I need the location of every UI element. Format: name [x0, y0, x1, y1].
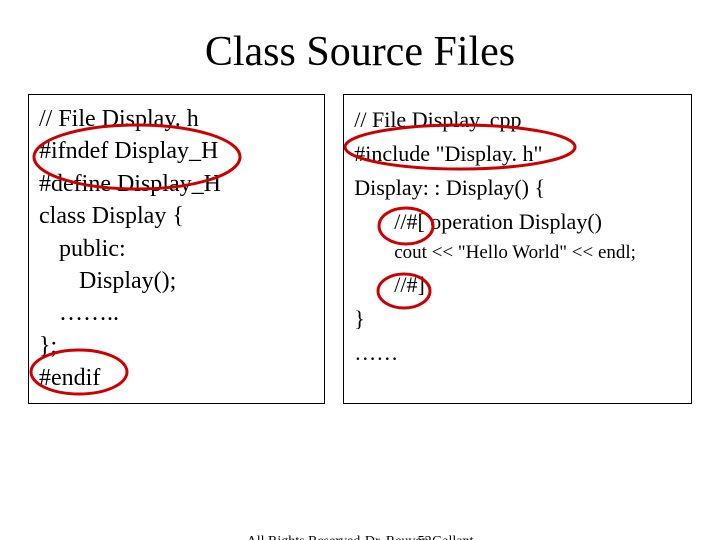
code-line: #ifndef Display_H — [39, 135, 314, 167]
code-line: …… — [354, 336, 681, 370]
code-line: #define Display_H — [39, 168, 314, 200]
code-line: cout << "Hello World" << endl; — [354, 239, 681, 268]
code-box-header: // File Display. h #ifndef Display_H #de… — [28, 94, 325, 404]
code-line: #endif — [39, 362, 314, 394]
code-line: Display: : Display() { — [354, 171, 681, 205]
slide-title: Class Source Files — [0, 28, 720, 76]
code-line: // File Display. cpp — [354, 103, 681, 137]
footer-text: All Rights Reserved-Dr. Reuven Gallant — [0, 534, 720, 540]
code-line: //#] — [354, 268, 681, 302]
page-number: 52 — [418, 534, 432, 540]
code-line: class Display { — [39, 200, 314, 232]
columns: // File Display. h #ifndef Display_H #de… — [0, 94, 720, 404]
code-line: } — [354, 302, 681, 336]
code-line: //#[ operation Display() — [354, 205, 681, 239]
slide: Class Source Files // File Display. h #i… — [0, 28, 720, 540]
code-line: #include "Display. h" — [354, 137, 681, 171]
code-line: …….. — [39, 297, 314, 329]
code-line: // File Display. h — [39, 103, 314, 135]
code-line: public: — [39, 233, 314, 265]
code-line: Display(); — [39, 265, 314, 297]
code-box-cpp: // File Display. cpp #include "Display. … — [343, 94, 692, 404]
code-line: }; — [39, 330, 314, 362]
